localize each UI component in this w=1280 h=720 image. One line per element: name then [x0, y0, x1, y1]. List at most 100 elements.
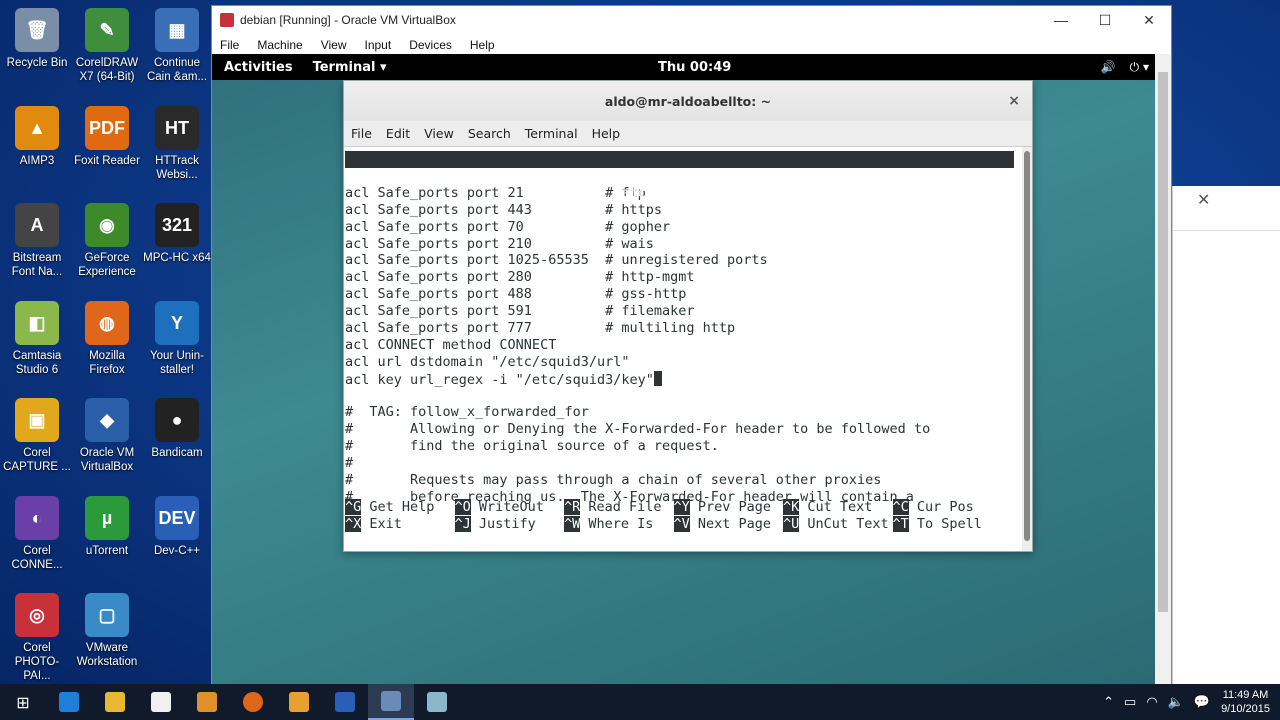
- desktop-app-icon: ✎: [85, 8, 129, 52]
- desktop-icon[interactable]: ◎ Corel PHOTO-PAI...: [2, 589, 72, 682]
- taskbar-firefox-icon[interactable]: [230, 684, 276, 720]
- desktop-icon-label: Your Unin-staller!: [150, 349, 204, 376]
- shortcut-key: ^X: [345, 516, 362, 532]
- taskbar-clock[interactable]: 11:49 AM 9/10/2015: [1221, 688, 1270, 716]
- taskbar-explorer-icon[interactable]: [92, 684, 138, 720]
- taskbar-foxit-icon[interactable]: [276, 684, 322, 720]
- volume-icon[interactable]: 🔊: [1101, 60, 1116, 75]
- terminal-close-icon[interactable]: ×: [1008, 93, 1020, 109]
- nano-shortcut: ^W Where Is: [564, 516, 674, 533]
- start-button[interactable]: ⊞: [0, 684, 46, 720]
- maximize-button[interactable]: ☐: [1083, 12, 1127, 29]
- power-menu-icon[interactable]: ⏻ ▾: [1130, 60, 1149, 75]
- desktop-icon[interactable]: µ uTorrent: [72, 492, 142, 584]
- shortcut-key: ^C: [892, 499, 909, 515]
- desktop-icon[interactable]: ◐ Corel CONNE...: [2, 492, 72, 584]
- desktop-icon[interactable]: HT HTTrack Websi...: [142, 102, 212, 194]
- notifications-icon[interactable]: 💬: [1194, 694, 1210, 710]
- vbox-menu-machine[interactable]: Machine: [257, 38, 302, 52]
- desktop-icon[interactable]: ✎ CorelDRAW X7 (64-Bit): [72, 4, 142, 96]
- desktop-icon[interactable]: DEV Dev-C++: [142, 492, 212, 584]
- nano-line: # Requests may pass through a chain of s…: [345, 472, 882, 489]
- divider: [1173, 230, 1280, 231]
- desktop-icon[interactable]: ▦ Continue Cain &am...: [142, 4, 212, 96]
- desktop-icon[interactable]: ◆ Oracle VM VirtualBox: [72, 394, 142, 486]
- nano-shortcut: ^J Justify: [454, 516, 565, 533]
- system-tray: ⌃ ▭ ◠ 🔈 💬 11:49 AM 9/10/2015: [1098, 684, 1280, 720]
- taskbar-media-icon[interactable]: [184, 684, 230, 720]
- terminal-menu-file[interactable]: File: [351, 126, 372, 141]
- desktop-icon-label: Corel PHOTO-PAI...: [14, 642, 60, 682]
- vbox-menu-view[interactable]: View: [321, 38, 347, 52]
- nano-file: File: /etc/squid3/squid.conf: [564, 185, 792, 201]
- terminal-menu-view[interactable]: View: [424, 126, 454, 141]
- terminal-menu-help[interactable]: Help: [592, 126, 621, 141]
- shortcut-label: Read File: [580, 499, 662, 515]
- battery-icon[interactable]: ▭: [1124, 694, 1136, 710]
- nano-shortcut: ^Y Prev Page: [673, 499, 784, 516]
- wifi-icon[interactable]: ◠: [1146, 694, 1157, 710]
- desktop-icon[interactable]: 321 MPC-HC x64: [142, 199, 212, 291]
- desktop-icon-label: Recycle Bin: [6, 57, 68, 69]
- nano-editor[interactable]: GNU nano 2.2.6 File: /etc/squid3/squid.c…: [344, 147, 1024, 551]
- show-hidden-icons-icon[interactable]: ⌃: [1103, 694, 1114, 710]
- shortcut-key: ^V: [673, 516, 690, 532]
- taskbar-word-icon[interactable]: [322, 684, 368, 720]
- shortcut-label: Justify: [470, 516, 536, 532]
- shortcut-label: Next Page: [689, 516, 772, 532]
- taskbar-camtasia-icon[interactable]: [414, 684, 460, 720]
- minimize-button[interactable]: —: [1039, 12, 1083, 28]
- terminal-menu-edit[interactable]: Edit: [386, 126, 410, 141]
- nano-header: GNU nano 2.2.6 File: /etc/squid3/squid.c…: [345, 151, 1014, 218]
- desktop-app-icon: ◧: [15, 300, 59, 345]
- desktop-icon[interactable]: ▲ AIMP3: [2, 102, 72, 194]
- desktop-icon-label: CorelDRAW X7 (64-Bit): [75, 57, 139, 83]
- vbox-window-title: debian [Running] - Oracle VM VirtualBox: [240, 13, 456, 27]
- nano-shortcut: ^C Cur Pos: [892, 499, 1003, 516]
- desktop-app-icon: DEV: [155, 495, 199, 540]
- desktop-app-icon: ▣: [15, 398, 59, 442]
- terminal-scroll-thumb[interactable]: [1024, 151, 1030, 541]
- activities-button[interactable]: Activities: [212, 60, 305, 75]
- desktop-icon[interactable]: Y Your Unin-staller!: [142, 297, 212, 389]
- desktop-icon[interactable]: 🗑 Recycle Bin: [2, 4, 72, 96]
- desktop-icon[interactable]: ◧ Camtasia Studio 6: [2, 297, 72, 389]
- vbox-scroll-thumb[interactable]: [1158, 72, 1168, 612]
- terminal-title: aldo@mr-aldoabellto: ~: [604, 93, 772, 109]
- background-window-close-icon[interactable]: ✕: [1197, 190, 1210, 209]
- desktop-icon-label: Foxit Reader: [74, 154, 140, 167]
- shortcut-label: Get Help: [361, 499, 435, 515]
- vbox-vertical-scrollbar[interactable]: [1155, 54, 1171, 684]
- vbox-menu-file[interactable]: File: [220, 38, 239, 52]
- gnome-clock[interactable]: Thu 00:49: [658, 60, 731, 75]
- desktop-icon-label: uTorrent: [85, 544, 129, 557]
- vbox-menu-devices[interactable]: Devices: [409, 38, 452, 52]
- app-menu-terminal[interactable]: Terminal ▾: [313, 60, 387, 75]
- guest-screen[interactable]: Activities Terminal ▾ Thu 00:49 🔊 ⏻ ▾ al…: [212, 54, 1157, 684]
- desktop-icon[interactable]: ● Bandicam: [142, 394, 212, 486]
- vbox-title-bar: debian [Running] - Oracle VM VirtualBox …: [212, 6, 1171, 34]
- terminal-menu-search[interactable]: Search: [468, 126, 511, 141]
- vbox-menu-help[interactable]: Help: [470, 38, 495, 52]
- desktop-icon[interactable]: ▣ Corel CAPTURE ...: [2, 394, 72, 486]
- nano-text-area[interactable]: acl Safe_ports port 21 # ftp acl Safe_por…: [344, 168, 1024, 506]
- desktop-app-icon: ▢: [85, 593, 129, 637]
- taskbar-virtualbox-icon[interactable]: [368, 684, 414, 720]
- close-button[interactable]: ✕: [1127, 12, 1171, 29]
- desktop-icon[interactable]: A Bitstream Font Na...: [2, 199, 72, 291]
- nano-line: #: [345, 455, 354, 472]
- terminal-menu-terminal[interactable]: Terminal: [525, 126, 578, 141]
- vbox-menu-input[interactable]: Input: [365, 38, 392, 52]
- taskbar-edge-icon[interactable]: [46, 684, 92, 720]
- desktop-icon[interactable]: ▢ VMware Workstation: [72, 589, 142, 681]
- nano-status: Modified: [940, 202, 1006, 218]
- desktop-icon[interactable]: ◍ Mozilla Firefox: [72, 297, 142, 389]
- speaker-icon[interactable]: 🔈: [1168, 694, 1184, 710]
- desktop-icon-label: HTTrack Websi...: [155, 154, 199, 181]
- desktop-app-icon: ◆: [85, 398, 129, 442]
- desktop-icon[interactable]: PDF Foxit Reader: [72, 102, 142, 194]
- taskbar-store-icon[interactable]: [138, 684, 184, 720]
- terminal-scrollbar[interactable]: [1022, 147, 1032, 551]
- desktop-icon[interactable]: ◉ GeForce Experience: [72, 199, 142, 291]
- nano-shortcut: ^R Read File: [564, 499, 674, 516]
